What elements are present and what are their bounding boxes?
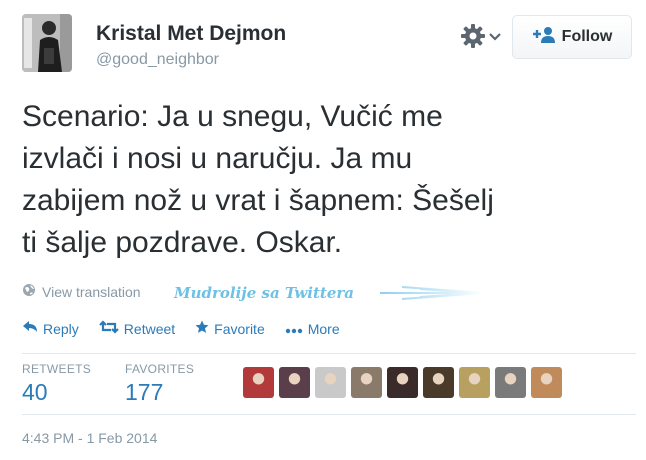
retweet-label: Retweet (123, 320, 176, 337)
follow-button-label: Follow (561, 28, 613, 45)
more-label: More (307, 320, 340, 337)
watermark-text: Mudrolije sa Twittera (173, 284, 354, 302)
retweet-button[interactable]: Retweet (99, 320, 175, 337)
favorites-count: 177 (125, 379, 164, 405)
favoriter-avatar[interactable] (387, 367, 418, 398)
ellipsis-icon (285, 321, 303, 337)
favoriter-avatar[interactable] (495, 367, 526, 398)
favoriter-avatars (243, 367, 562, 398)
favorites-stat[interactable]: FAVORITES 177 (125, 362, 194, 406)
favoriter-avatar[interactable] (315, 367, 346, 398)
tweet-timestamp[interactable]: 4:43 PM - 1 Feb 2014 (22, 430, 157, 446)
tweet-line: zabijem nož u vrat i šapnem: Šešelj (22, 184, 494, 217)
favoriter-avatar[interactable] (351, 367, 382, 398)
tweet-text: Scenario: Ja u snegu, Vučić me izvlači i… (22, 96, 632, 264)
more-options-menu[interactable] (460, 23, 502, 53)
profile-avatar[interactable] (22, 14, 72, 72)
favorite-button[interactable]: Favorite (195, 320, 265, 337)
gear-icon (460, 23, 486, 54)
view-translation-label: View translation (42, 283, 141, 300)
reply-icon (22, 320, 38, 337)
reply-button[interactable]: Reply (22, 320, 79, 337)
retweets-stat[interactable]: RETWEETS 40 (22, 362, 91, 406)
favorite-label: Favorite (214, 320, 265, 337)
favoriter-avatar[interactable] (279, 367, 310, 398)
user-display-name[interactable]: Kristal Met Dejmon (96, 22, 286, 46)
follow-button[interactable]: Follow (512, 15, 632, 59)
star-icon (195, 320, 209, 337)
tweet-line: ti šalje pozdrave. Oskar. (22, 226, 343, 259)
view-translation-link[interactable]: View translation (22, 283, 141, 300)
tweet-line: izvlači i nosi u naručju. Ja mu (22, 142, 413, 175)
favorites-label: FAVORITES (125, 362, 195, 376)
watermark-logo: Mudrolije sa Twittera (173, 284, 485, 302)
chevron-down-icon (488, 29, 502, 47)
globe-icon (22, 283, 36, 300)
add-user-icon (532, 26, 556, 49)
divider (22, 353, 636, 354)
favoriter-avatar[interactable] (243, 367, 274, 398)
more-button[interactable]: More (285, 320, 340, 337)
retweets-label: RETWEETS (22, 362, 92, 376)
user-handle[interactable]: @good_neighbor (96, 51, 219, 69)
retweets-count: 40 (22, 379, 48, 405)
favoriter-avatar[interactable] (531, 367, 562, 398)
tweet-line: Scenario: Ja u snegu, Vučić me (22, 100, 443, 133)
tweet-actions: Reply Retweet Favorite More (22, 320, 340, 337)
retweet-icon (99, 320, 119, 337)
favoriter-avatar[interactable] (423, 367, 454, 398)
divider (22, 414, 636, 415)
favoriter-avatar[interactable] (459, 367, 490, 398)
reply-label: Reply (43, 320, 79, 337)
